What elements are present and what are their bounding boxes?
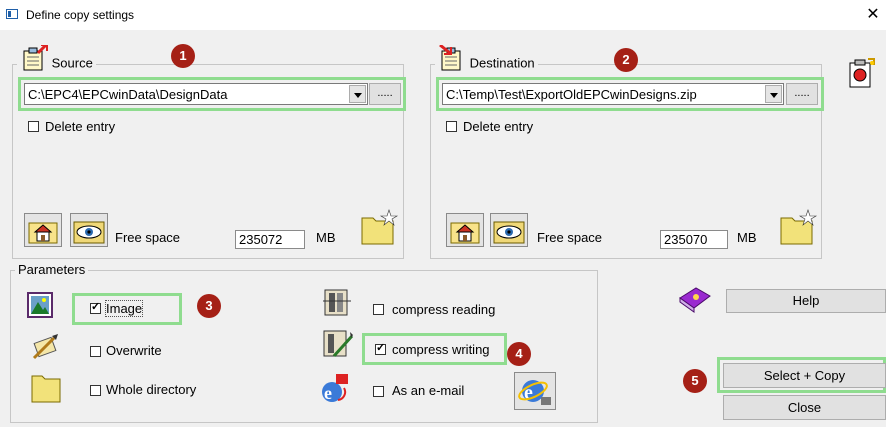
close-window-button[interactable]: ✕ <box>864 4 882 24</box>
home-folder-icon <box>450 222 480 244</box>
select-copy-button[interactable]: Select + Copy <box>723 363 886 388</box>
source-legend: Source <box>51 55 93 71</box>
source-free-space-field: 235072 <box>235 230 305 249</box>
source-dropdown-arrow-icon[interactable] <box>349 85 366 103</box>
window-title: Define copy settings <box>26 8 135 22</box>
source-view-button[interactable] <box>70 213 108 247</box>
source-free-space-label: Free space <box>115 230 181 245</box>
email-icon: e <box>318 372 352 406</box>
internet-explorer-icon: e <box>518 380 551 405</box>
compress-reading-label: compress reading <box>392 302 496 317</box>
help-book-icon <box>676 284 712 314</box>
source-delete-entry-label: Delete entry <box>45 119 116 134</box>
destination-home-button[interactable] <box>446 213 484 247</box>
overwrite-checkbox[interactable] <box>90 346 101 357</box>
new-folder-icon <box>361 209 399 245</box>
home-folder-icon <box>28 222 58 244</box>
source-clipboard-icon <box>20 43 48 71</box>
whole-directory-checkbox[interactable] <box>90 385 101 396</box>
folder-icon <box>30 372 64 404</box>
destination-legend: Destination <box>469 55 535 71</box>
destination-view-button[interactable] <box>490 213 528 247</box>
source-path-combo[interactable]: C:\EPC4\EPCwinData\DesignData <box>24 83 368 105</box>
title-bar: Define copy settings ✕ <box>0 0 886 30</box>
clipboard-settings-icon <box>849 58 875 88</box>
source-path-text: C:\EPC4\EPCwinData\DesignData <box>28 87 228 102</box>
source-delete-entry-checkbox[interactable] <box>28 121 39 132</box>
eye-folder-icon <box>493 221 525 244</box>
as-email-label: As an e-mail <box>392 383 465 398</box>
new-folder-icon <box>780 209 818 245</box>
help-button[interactable]: Help <box>726 289 886 313</box>
destination-free-space-label: Free space <box>537 230 603 245</box>
compress-writing-label: compress writing <box>392 342 490 357</box>
overwrite-icon <box>30 332 60 362</box>
close-button[interactable]: Close <box>723 395 886 420</box>
whole-directory-label: Whole directory <box>106 382 197 397</box>
window-icon <box>6 9 18 19</box>
callout-badge-4: 4 <box>507 342 531 366</box>
parameters-legend: Parameters <box>18 262 86 277</box>
image-icon <box>27 292 53 318</box>
compress-writing-icon <box>320 328 354 360</box>
destination-delete-entry-checkbox[interactable] <box>446 121 457 132</box>
source-home-button[interactable] <box>24 213 62 247</box>
callout-badge-3: 3 <box>197 294 221 318</box>
eye-folder-icon <box>73 221 105 244</box>
compress-reading-checkbox[interactable] <box>373 304 384 315</box>
image-label: Image <box>104 300 144 317</box>
settings-clipboard-button[interactable] <box>846 57 876 89</box>
source-new-folder-button[interactable] <box>359 208 399 246</box>
image-checkbox[interactable] <box>90 300 101 314</box>
callout-badge-2: 2 <box>614 48 638 72</box>
destination-browse-button[interactable]: ..... <box>786 83 818 105</box>
compress-reading-icon <box>321 287 353 317</box>
parameters-group: Parameters <box>10 263 598 423</box>
destination-new-folder-button[interactable] <box>778 208 818 246</box>
destination-delete-entry-label: Delete entry <box>463 119 534 134</box>
callout-badge-5: 5 <box>683 369 707 393</box>
as-email-checkbox[interactable] <box>373 386 384 397</box>
source-unit-label: MB <box>316 230 336 245</box>
destination-path-combo[interactable]: C:\Temp\Test\ExportOldEPCwinDesigns.zip <box>442 83 784 105</box>
destination-clipboard-icon <box>438 43 466 71</box>
overwrite-label: Overwrite <box>106 343 162 358</box>
compress-writing-checkbox[interactable] <box>375 341 386 355</box>
svg-text:e: e <box>324 383 332 403</box>
destination-unit-label: MB <box>737 230 757 245</box>
source-browse-button[interactable]: ..... <box>369 83 401 105</box>
destination-free-space-field: 235070 <box>660 230 728 249</box>
destination-path-text: C:\Temp\Test\ExportOldEPCwinDesigns.zip <box>446 87 697 102</box>
destination-dropdown-arrow-icon[interactable] <box>765 85 782 103</box>
callout-badge-1: 1 <box>171 44 195 68</box>
email-settings-button[interactable]: e <box>514 372 556 410</box>
